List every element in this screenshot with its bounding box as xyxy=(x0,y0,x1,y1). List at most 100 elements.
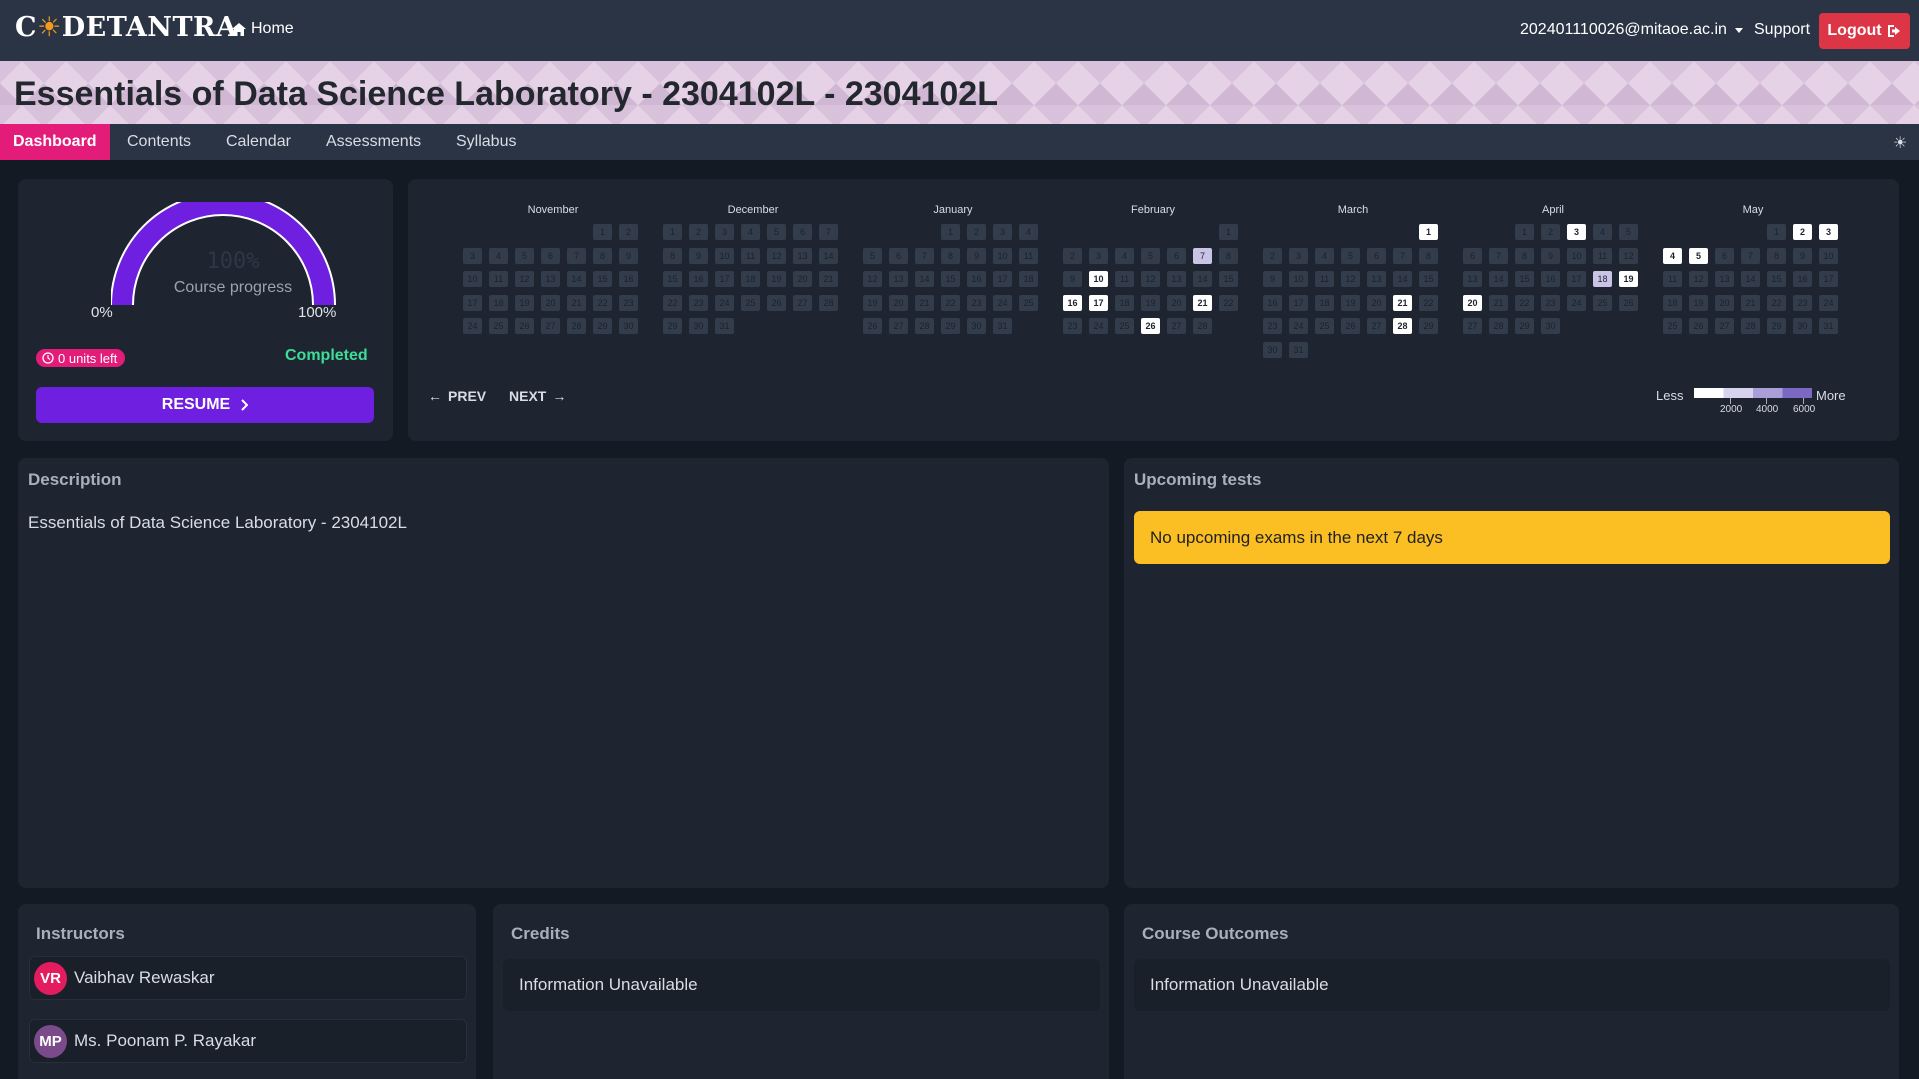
calendar-day[interactable]: 10 xyxy=(1089,271,1108,287)
tab-calendar[interactable]: Calendar xyxy=(226,124,291,160)
calendar-day[interactable]: 24 xyxy=(1089,318,1108,334)
calendar-day[interactable]: 17 xyxy=(1289,294,1308,311)
calendar-day[interactable]: 20 xyxy=(889,294,908,311)
calendar-day[interactable]: 15 xyxy=(1767,271,1786,287)
calendar-day[interactable]: 23 xyxy=(689,294,708,311)
calendar-day[interactable]: 15 xyxy=(663,271,682,287)
calendar-day[interactable]: 13 xyxy=(541,271,560,287)
calendar-day[interactable]: 21 xyxy=(1193,294,1212,311)
calendar-day[interactable]: 1 xyxy=(593,224,612,240)
calendar-day[interactable]: 1 xyxy=(1515,224,1534,240)
calendar-day[interactable]: 28 xyxy=(567,318,586,334)
calendar-day[interactable]: 21 xyxy=(915,294,934,311)
calendar-day[interactable]: 13 xyxy=(793,247,812,264)
calendar-day[interactable]: 18 xyxy=(1593,271,1612,287)
calendar-day[interactable]: 4 xyxy=(1593,224,1612,240)
calendar-day[interactable]: 7 xyxy=(1193,247,1212,264)
calendar-day[interactable]: 5 xyxy=(1619,224,1638,240)
calendar-day[interactable]: 24 xyxy=(993,294,1012,311)
calendar-day[interactable]: 17 xyxy=(993,271,1012,287)
calendar-day[interactable]: 19 xyxy=(1341,294,1360,311)
calendar-day[interactable]: 2 xyxy=(1063,247,1082,264)
calendar-day[interactable]: 29 xyxy=(1515,318,1534,334)
calendar-day[interactable]: 26 xyxy=(1619,294,1638,311)
calendar-day[interactable]: 25 xyxy=(1019,294,1038,311)
calendar-day[interactable]: 11 xyxy=(1315,271,1334,287)
calendar-day[interactable]: 11 xyxy=(1593,247,1612,264)
calendar-day[interactable]: 13 xyxy=(1715,271,1734,287)
calendar-day[interactable]: 23 xyxy=(1793,294,1812,311)
calendar-day[interactable]: 27 xyxy=(1167,318,1186,334)
calendar-day[interactable]: 29 xyxy=(593,318,612,334)
calendar-day[interactable]: 25 xyxy=(489,318,508,334)
calendar-day[interactable]: 2 xyxy=(619,224,638,240)
instructor-item[interactable]: MP Ms. Poonam P. Rayakar xyxy=(29,1019,467,1063)
calendar-day[interactable]: 29 xyxy=(663,318,682,334)
calendar-day[interactable]: 19 xyxy=(863,294,882,311)
calendar-day[interactable]: 4 xyxy=(489,247,508,264)
calendar-day[interactable]: 25 xyxy=(1663,318,1682,334)
calendar-day[interactable]: 16 xyxy=(967,271,986,287)
calendar-day[interactable]: 12 xyxy=(1689,271,1708,287)
calendar-day[interactable]: 30 xyxy=(619,318,638,334)
calendar-day[interactable]: 4 xyxy=(1019,224,1038,240)
calendar-day[interactable]: 25 xyxy=(1593,294,1612,311)
calendar-day[interactable]: 11 xyxy=(741,247,760,264)
calendar-day[interactable]: 20 xyxy=(1715,294,1734,311)
support-link[interactable]: Support xyxy=(1754,21,1810,39)
calendar-day[interactable]: 19 xyxy=(1141,294,1160,311)
calendar-day[interactable]: 6 xyxy=(1367,247,1386,264)
calendar-day[interactable]: 16 xyxy=(1263,294,1282,311)
calendar-day[interactable]: 16 xyxy=(1793,271,1812,287)
calendar-day[interactable]: 31 xyxy=(1289,341,1308,358)
calendar-day[interactable]: 23 xyxy=(1063,318,1082,334)
calendar-day[interactable]: 14 xyxy=(1393,271,1412,287)
tab-contents[interactable]: Contents xyxy=(127,124,191,160)
calendar-day[interactable]: 31 xyxy=(715,318,734,334)
calendar-day[interactable]: 20 xyxy=(1167,294,1186,311)
calendar-day[interactable]: 23 xyxy=(619,294,638,311)
calendar-day[interactable]: 16 xyxy=(619,271,638,287)
calendar-day[interactable]: 9 xyxy=(1063,271,1082,287)
calendar-day[interactable]: 16 xyxy=(1541,271,1560,287)
calendar-day[interactable]: 18 xyxy=(741,271,760,287)
calendar-day[interactable]: 22 xyxy=(941,294,960,311)
prev-button[interactable]: ← PREV xyxy=(428,388,486,404)
calendar-day[interactable]: 20 xyxy=(1367,294,1386,311)
calendar-day[interactable]: 22 xyxy=(1767,294,1786,311)
calendar-day[interactable]: 25 xyxy=(1315,318,1334,334)
calendar-day[interactable]: 18 xyxy=(1115,294,1134,311)
calendar-day[interactable]: 2 xyxy=(967,224,986,240)
calendar-day[interactable]: 24 xyxy=(1819,294,1838,311)
calendar-day[interactable]: 24 xyxy=(1289,318,1308,334)
calendar-day[interactable]: 13 xyxy=(889,271,908,287)
calendar-day[interactable]: 24 xyxy=(463,318,482,334)
calendar-day[interactable]: 5 xyxy=(515,247,534,264)
calendar-day[interactable]: 17 xyxy=(1819,271,1838,287)
calendar-day[interactable]: 25 xyxy=(741,294,760,311)
calendar-day[interactable]: 9 xyxy=(689,247,708,264)
calendar-day[interactable]: 3 xyxy=(463,247,482,264)
calendar-day[interactable]: 26 xyxy=(1689,318,1708,334)
calendar-day[interactable]: 23 xyxy=(1263,318,1282,334)
calendar-day[interactable]: 17 xyxy=(1089,294,1108,311)
calendar-day[interactable]: 9 xyxy=(619,247,638,264)
calendar-day[interactable]: 2 xyxy=(689,224,708,240)
calendar-day[interactable]: 12 xyxy=(1141,271,1160,287)
calendar-day[interactable]: 4 xyxy=(741,224,760,240)
tab-syllabus[interactable]: Syllabus xyxy=(456,124,516,160)
calendar-day[interactable]: 7 xyxy=(567,247,586,264)
calendar-day[interactable]: 11 xyxy=(1019,247,1038,264)
calendar-day[interactable]: 8 xyxy=(593,247,612,264)
next-button[interactable]: NEXT → xyxy=(509,388,566,404)
calendar-day[interactable]: 1 xyxy=(1419,224,1438,240)
calendar-day[interactable]: 6 xyxy=(889,247,908,264)
calendar-day[interactable]: 4 xyxy=(1115,247,1134,264)
calendar-day[interactable]: 10 xyxy=(1289,271,1308,287)
calendar-day[interactable]: 28 xyxy=(819,294,838,311)
calendar-day[interactable]: 22 xyxy=(1219,294,1238,311)
calendar-day[interactable]: 6 xyxy=(1715,247,1734,264)
calendar-day[interactable]: 26 xyxy=(1141,318,1160,334)
calendar-day[interactable]: 5 xyxy=(1341,247,1360,264)
calendar-day[interactable]: 4 xyxy=(1315,247,1334,264)
